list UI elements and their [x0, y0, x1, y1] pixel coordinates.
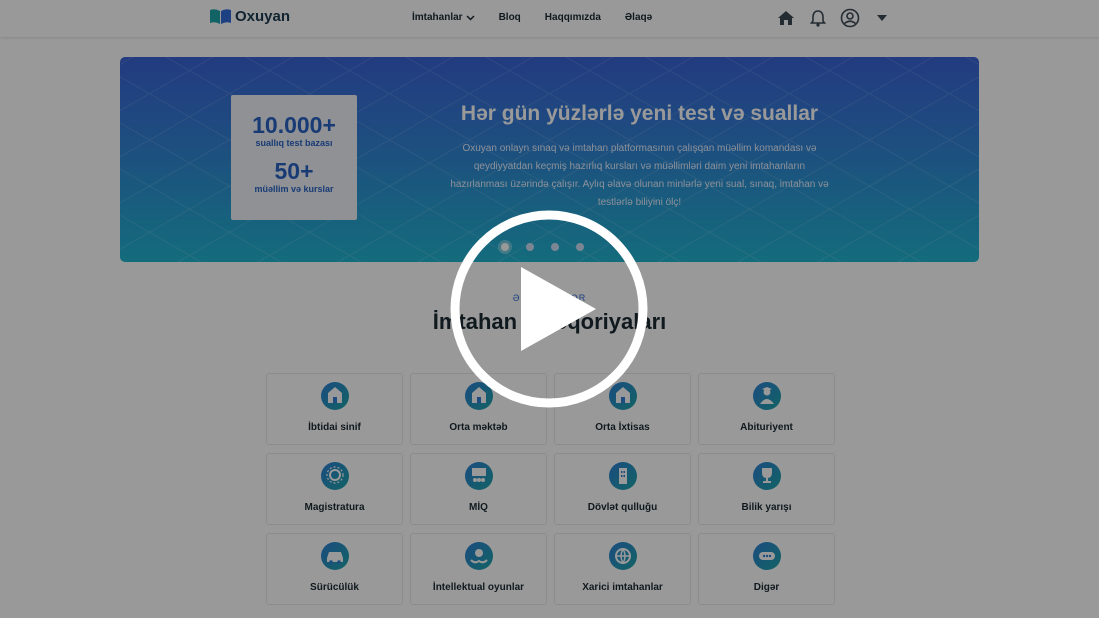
video-overlay [0, 0, 1099, 618]
play-button[interactable] [449, 209, 649, 409]
play-icon [450, 210, 648, 408]
